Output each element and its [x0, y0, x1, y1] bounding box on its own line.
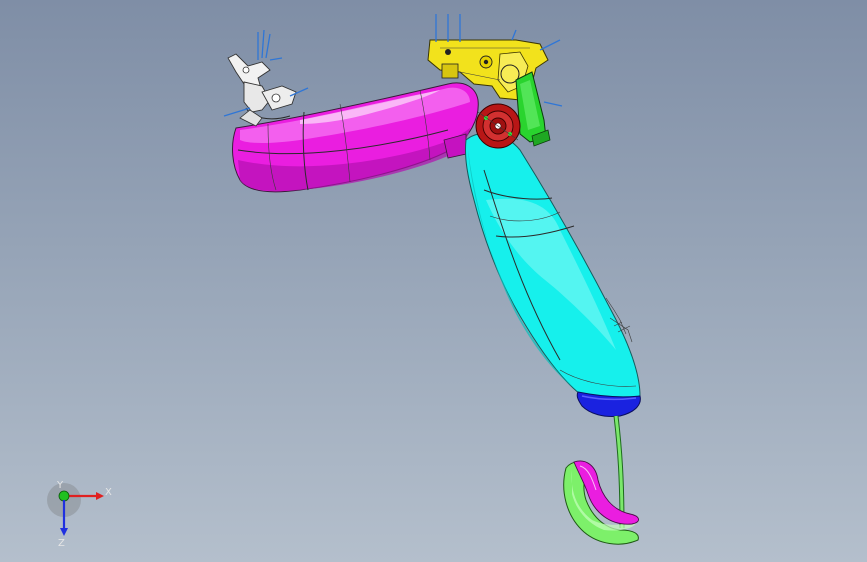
y-axis-label: Y [56, 480, 64, 491]
cyan-curved-panel[interactable] [465, 132, 641, 401]
red-hub-assembly[interactable] [475, 103, 521, 149]
axis-triad[interactable]: X Y Z [44, 480, 114, 550]
model-scene [223, 14, 641, 545]
green-side-plate[interactable] [515, 71, 551, 147]
white-hinge-mount[interactable] [223, 29, 309, 127]
y-axis-dot [58, 490, 70, 502]
z-axis-arrowhead [60, 528, 68, 536]
cad-3d-viewport[interactable]: X Y Z [0, 0, 867, 562]
x-axis-arrowhead [96, 492, 104, 500]
x-axis-label: X [105, 487, 112, 498]
green-foot-loop[interactable] [563, 460, 639, 545]
z-axis-label: Z [58, 538, 65, 549]
